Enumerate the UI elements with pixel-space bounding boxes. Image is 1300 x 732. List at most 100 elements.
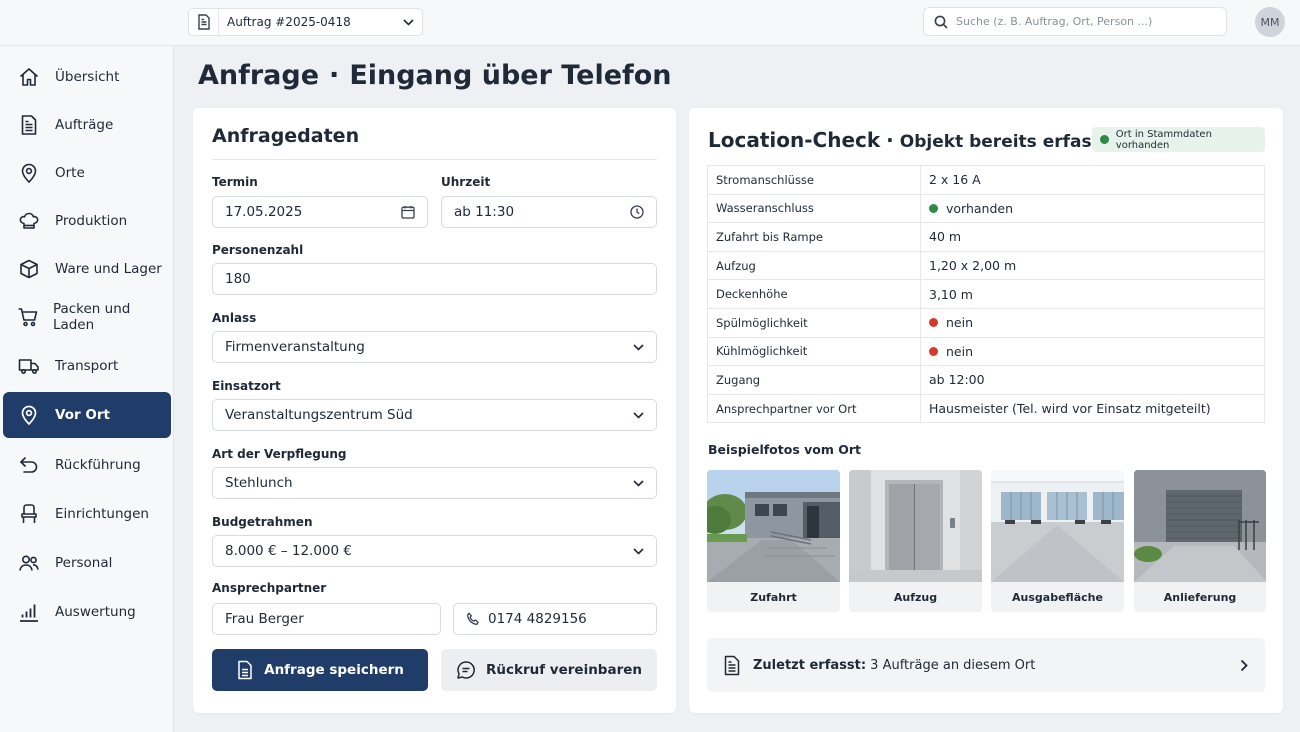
document-icon (236, 660, 254, 680)
clock-icon[interactable] (630, 205, 644, 219)
termin-label: Termin (212, 175, 258, 189)
table-row: Aufzug 1,20 x 2,00 m (707, 251, 1265, 281)
sidebar-item-label: Vor Ort (55, 407, 110, 423)
photo-ausgabeflaeche[interactable]: Ausgabefläche (991, 470, 1124, 612)
sidebar-item-produktion[interactable]: Produktion (3, 198, 171, 244)
sidebar-item-uebersicht[interactable]: Übersicht (3, 54, 171, 100)
property-key: Spülmöglichkeit (707, 308, 921, 338)
chevron-down-icon (633, 411, 644, 419)
home-icon (3, 66, 55, 88)
photo-aufzug[interactable]: Aufzug (849, 470, 982, 612)
sidebar-item-orte[interactable]: Orte (3, 150, 171, 196)
avatar[interactable]: MM (1255, 7, 1285, 37)
sidebar-item-label: Packen und Laden (52, 301, 131, 333)
occasion-select[interactable]: Firmenveranstaltung (212, 331, 657, 363)
schedule-callback-button[interactable]: Rückruf vereinbaren (441, 649, 657, 691)
sidebar-item-label: Produktion (55, 213, 128, 229)
property-value-text: nein (946, 343, 974, 359)
recent-orders-link[interactable]: Zuletzt erfasst: 3 Aufträge an diesem Or… (707, 638, 1265, 692)
table-row: Kühlmöglichkeit nein (707, 337, 1265, 367)
budget-select[interactable]: 8.000 € – 12.000 € (212, 535, 657, 567)
sidebar-item-label: Personal (55, 555, 113, 571)
guest-count-field[interactable]: 180 (212, 263, 657, 295)
property-key: Deckenhöhe (707, 279, 921, 309)
table-row: Wasseranschluss vorhanden (707, 194, 1265, 224)
page-title-sub: Eingang über Telefon (349, 60, 672, 91)
status-dot-red (929, 318, 938, 328)
status-dot-green (1100, 135, 1109, 144)
table-row: Deckenhöhe 3,10 m (707, 279, 1265, 309)
photos-title: Beispielfotos vom Ort (708, 442, 861, 457)
request-form-card: Anfragedaten Termin 17.05.2025 Uhrzeit a… (193, 108, 676, 713)
photo-caption: Ausgabefläche (1012, 590, 1103, 604)
table-row: Stromanschlüsse 2 x 16 A (707, 165, 1265, 195)
sidebar-item-rueckfuehrung[interactable]: Rückführung (3, 442, 171, 488)
chevron-down-icon (633, 547, 644, 555)
time-value: ab 11:30 (454, 204, 515, 220)
master-data-badge-label: Ort in Stammdaten vorhanden (1115, 128, 1212, 151)
property-key: Wasseranschluss (707, 194, 921, 224)
calendar-icon[interactable] (401, 205, 415, 219)
sidebar-item-label: Transport (55, 358, 119, 374)
cart-icon (3, 306, 53, 328)
property-key: Stromanschlüsse (707, 165, 921, 195)
search-input[interactable] (956, 15, 1206, 28)
property-value-text: Hausmeister (Tel. wird vor Einsatz mitge… (929, 401, 1211, 417)
order-selector-label: Auftrag #2025-0418 (227, 15, 351, 29)
search-box[interactable] (923, 7, 1227, 36)
sidebar-item-vor-ort[interactable]: Vor Ort (3, 392, 171, 438)
chevron-down-icon (633, 343, 644, 351)
sidebar-item-label: Auswertung (55, 604, 136, 620)
location-check-title: Location-Check · Objekt bereits erfasst (708, 128, 1110, 152)
chevron-down-icon (633, 479, 644, 487)
date-value: 17.05.2025 (225, 204, 303, 220)
sidebar: Übersicht Aufträge Orte Produktion Ware … (0, 46, 174, 732)
property-key: Aufzug (707, 251, 921, 281)
catering-type-select[interactable]: Stehlunch (212, 467, 657, 499)
photo-zufahrt[interactable]: Zufahrt (707, 470, 840, 612)
sidebar-item-auftraege[interactable]: Aufträge (3, 102, 171, 148)
property-value: 40 m (920, 222, 1265, 252)
time-field[interactable]: ab 11:30 (441, 196, 657, 228)
table-row: Zufahrt bis Rampe 40 m (707, 222, 1265, 252)
table-row: Ansprechpartner vor Ort Hausmeister (Tel.… (707, 394, 1265, 423)
budget-value: 8.000 € – 12.000 € (225, 543, 352, 559)
map-pin-icon (3, 404, 55, 426)
chevron-down-icon (394, 18, 422, 26)
personenzahl-label: Personenzahl (212, 243, 304, 257)
property-value: 2 x 16 A (920, 165, 1265, 195)
venue-value: Veranstaltungszentrum Süd (225, 407, 413, 423)
property-key: Ansprechpartner vor Ort (707, 394, 921, 423)
venue-select[interactable]: Veranstaltungszentrum Süd (212, 399, 657, 431)
box-icon (3, 258, 55, 280)
save-request-button[interactable]: Anfrage speichern (212, 649, 428, 691)
save-request-label: Anfrage speichern (264, 662, 404, 678)
sidebar-item-label: Rückführung (55, 457, 141, 473)
property-value-text: ab 12:00 (929, 372, 985, 388)
sidebar-item-label: Aufträge (55, 117, 114, 133)
order-selector[interactable]: Auftrag #2025-0418 (188, 8, 423, 36)
map-pin-icon (3, 162, 55, 184)
schedule-callback-label: Rückruf vereinbaren (485, 662, 643, 678)
contact-name-field[interactable]: Frau Berger (212, 603, 441, 635)
phone-icon (466, 612, 480, 626)
location-properties-table: Stromanschlüsse 2 x 16 A Wasseranschluss v… (707, 165, 1265, 424)
sidebar-item-personal[interactable]: Personal (3, 540, 171, 586)
photo-caption: Zufahrt (750, 590, 797, 604)
catering-type-value: Stehlunch (225, 475, 293, 491)
verpflegung-label: Art der Verpflegung (212, 447, 347, 461)
date-field[interactable]: 17.05.2025 (212, 196, 428, 228)
sidebar-item-ware-lager[interactable]: Ware und Lager (3, 246, 171, 292)
sidebar-item-packen-laden[interactable]: Packen und Laden (3, 294, 171, 340)
recent-orders-label: Zuletzt erfasst: (753, 657, 867, 673)
sidebar-item-transport[interactable]: Transport (3, 343, 171, 389)
photo-anlieferung[interactable]: Anlieferung (1134, 470, 1266, 612)
document-icon (723, 655, 741, 676)
sidebar-item-einrichtungen[interactable]: Einrichtungen (3, 491, 171, 537)
driveway-photo (707, 470, 840, 582)
contact-phone-field[interactable]: 0174 4829156 (453, 603, 657, 635)
anlass-label: Anlass (212, 311, 257, 325)
property-value: Hausmeister (Tel. wird vor Einsatz mitge… (921, 394, 1265, 423)
sidebar-item-auswertung[interactable]: Auswertung (3, 589, 171, 635)
property-key: Kühlmöglichkeit (707, 337, 921, 367)
